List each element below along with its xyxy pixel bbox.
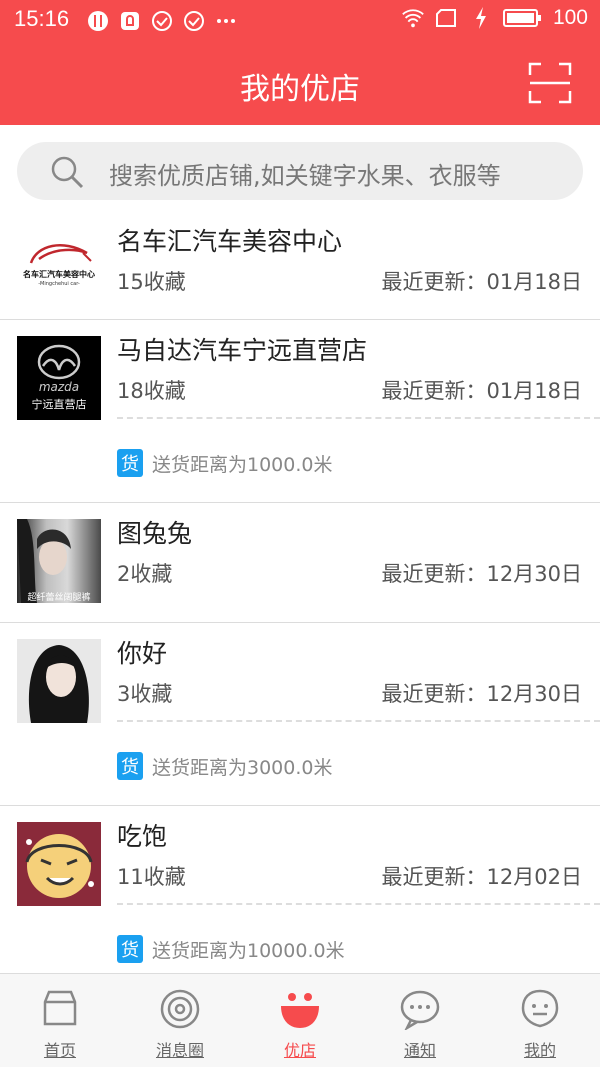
shop-thumbnail <box>17 639 101 723</box>
shop-favorites: 2收藏 <box>117 562 173 586</box>
shop-updated: 最近更新：12月30日 <box>381 562 582 586</box>
car-logo-icon <box>29 244 92 264</box>
tab-shops[interactable]: 优店 <box>240 974 360 1067</box>
cartoon-face-image <box>25 834 94 898</box>
tab-home[interactable]: 首页 <box>0 974 120 1067</box>
scan-button[interactable] <box>528 62 572 104</box>
delivery-badge: 货 <box>117 449 143 477</box>
shop-thumbnail <box>17 822 101 906</box>
charging-icon <box>469 6 493 30</box>
header-bar: 我的优店 <box>0 42 600 125</box>
page-title: 我的优店 <box>240 72 360 107</box>
divider <box>117 720 600 722</box>
delivery-distance: 送货距离为10000.0米 <box>152 939 345 962</box>
smile-store-icon <box>281 993 319 1028</box>
shop-thumbnail-subtext: -Mingchehui car- <box>38 281 80 287</box>
shop-thumbnail: mazda 宁远直营店 <box>17 336 101 420</box>
shop-thumbnail-text: 宁远直营店 <box>31 398 87 411</box>
search-icon <box>51 156 84 189</box>
tab-label: 优店 <box>283 1041 316 1060</box>
bottom-tab-bar: 首页 消息圈 优店 通知 我的 <box>0 973 600 1067</box>
profile-face-icon <box>521 989 559 1028</box>
shop-updated: 最近更新：01月18日 <box>381 379 582 403</box>
shop-item[interactable]: 名车汇汽车美容中心 -Mingchehui car- 名车汇汽车美容中心 15收… <box>0 211 600 320</box>
shop-favorites: 15收藏 <box>117 270 186 294</box>
shop-list: 名车汇汽车美容中心 -Mingchehui car- 名车汇汽车美容中心 15收… <box>0 211 600 973</box>
shop-favorites: 11收藏 <box>117 865 186 889</box>
shop-name: 名车汇汽车美容中心 <box>117 227 343 256</box>
delivery-badge: 货 <box>117 752 143 780</box>
notification-icon <box>118 9 142 33</box>
tab-label: 通知 <box>403 1041 436 1060</box>
search-placeholder: 搜索优质店铺,如关键字水果、衣服等 <box>109 162 501 190</box>
status-time: 15:16 <box>14 6 70 31</box>
tab-profile[interactable]: 我的 <box>480 974 600 1067</box>
check-circle-icon <box>182 9 206 33</box>
shop-item[interactable]: 吃饱 11收藏 最近更新：12月02日 货 送货距离为10000.0米 <box>0 806 600 973</box>
battery-icon <box>502 6 543 30</box>
shop-thumbnail: 超纤蕾丝阔腿裤 <box>17 519 101 603</box>
sim-icon <box>435 6 459 30</box>
shop-thumbnail-caption: 超纤蕾丝阔腿裤 <box>27 593 91 603</box>
divider <box>117 903 600 905</box>
tab-label: 我的 <box>523 1041 556 1060</box>
shop-item[interactable]: 超纤蕾丝阔腿裤 图兔兔 2收藏 最近更新：12月30日 <box>0 503 600 623</box>
shop-updated: 最近更新：01月18日 <box>381 270 582 294</box>
delivery-distance: 送货距离为3000.0米 <box>152 756 333 779</box>
shop-name: 你好 <box>117 639 168 668</box>
shop-name: 图兔兔 <box>117 519 193 548</box>
wifi-icon <box>401 6 425 30</box>
tab-label: 首页 <box>43 1041 76 1060</box>
delivery-info: 货 送货距离为3000.0米 <box>117 752 332 780</box>
scan-icon <box>528 62 572 104</box>
delivery-badge: 货 <box>117 935 143 963</box>
shop-favorites: 3收藏 <box>117 682 173 706</box>
shop-updated: 最近更新：12月02日 <box>381 865 582 889</box>
tab-label: 消息圈 <box>155 1041 204 1060</box>
portrait-image <box>28 645 89 723</box>
search-section: 搜索优质店铺,如关键字水果、衣服等 <box>0 125 600 211</box>
shop-item[interactable]: mazda 宁远直营店 马自达汽车宁远直营店 18收藏 最近更新：01月18日 … <box>0 320 600 503</box>
food-icon <box>86 9 110 33</box>
tab-notifications[interactable]: 通知 <box>360 974 480 1067</box>
shop-name: 吃饱 <box>117 822 168 851</box>
check-circle-icon <box>150 9 174 33</box>
tab-messages[interactable]: 消息圈 <box>120 974 240 1067</box>
shop-thumbnail: 名车汇汽车美容中心 -Mingchehui car- <box>17 223 101 307</box>
home-store-icon <box>43 990 77 1026</box>
search-input[interactable]: 搜索优质店铺,如关键字水果、衣服等 <box>17 142 583 200</box>
delivery-info: 货 送货距离为10000.0米 <box>117 935 345 963</box>
message-circle-icon <box>160 989 200 1029</box>
shop-name: 马自达汽车宁远直营店 <box>117 336 368 365</box>
status-bar: 15:16 100 <box>0 0 600 42</box>
shop-favorites: 18收藏 <box>117 379 186 403</box>
shop-thumbnail-brand: mazda <box>38 380 80 394</box>
shop-thumbnail-text: 名车汇汽车美容中心 <box>23 270 95 279</box>
divider <box>117 417 600 419</box>
shop-updated: 最近更新：12月30日 <box>381 682 582 706</box>
delivery-info: 货 送货距离为1000.0米 <box>117 449 332 477</box>
battery-level: 100 <box>552 6 588 29</box>
chat-bubble-icon <box>400 990 440 1030</box>
more-dots-icon <box>214 9 238 33</box>
delivery-distance: 送货距离为1000.0米 <box>152 453 333 476</box>
shop-item[interactable]: 你好 3收藏 最近更新：12月30日 货 送货距离为3000.0米 <box>0 623 600 806</box>
